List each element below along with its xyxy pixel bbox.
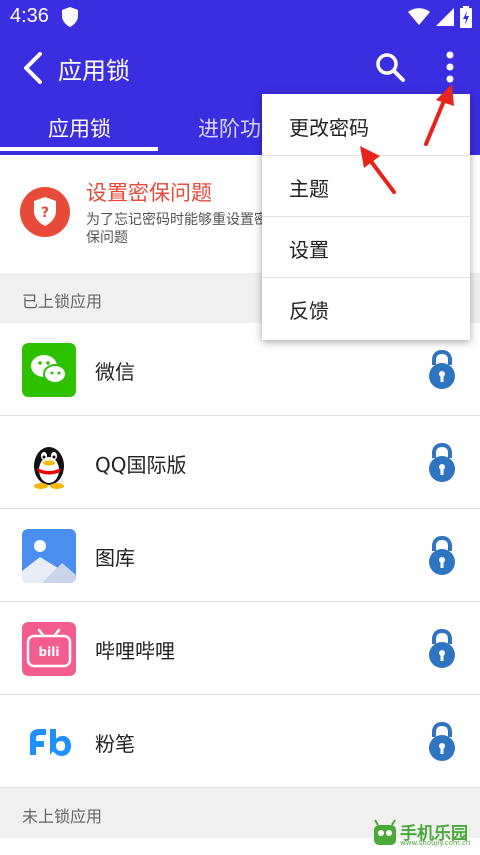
app-name: 粉笔 (95, 732, 135, 756)
status-icons (408, 6, 472, 28)
bilibili-icon: bili (22, 622, 76, 676)
menu-item-label: 更改密码 (289, 116, 369, 140)
promo-title: 设置密保问题 (86, 181, 212, 205)
lock-icon[interactable] (426, 349, 458, 389)
lock-icon[interactable] (426, 535, 458, 575)
search-icon[interactable] (374, 51, 406, 83)
tab-advanced[interactable]: 进阶功 (198, 113, 261, 143)
tab-app-lock[interactable]: 应用锁 (48, 113, 111, 143)
section-label: 已上锁应用 (22, 292, 103, 311)
more-vertical-icon[interactable] (436, 49, 464, 85)
app-name: 图库 (95, 546, 135, 570)
svg-text:bili: bili (39, 645, 60, 659)
promo-description: 为了忘记密码时能够重设置密保问题 (86, 212, 268, 246)
watermark-logo: 手机乐园 www.shoujiy.com.cn (370, 815, 475, 851)
back-arrow-icon[interactable] (18, 51, 48, 85)
app-row-qq[interactable]: QQ国际版 (0, 416, 480, 509)
menu-item-label: 设置 (289, 238, 329, 262)
page-title: 应用锁 (58, 57, 130, 85)
lock-icon[interactable] (426, 721, 458, 761)
menu-item-label: 主题 (289, 177, 329, 201)
watermark-url: www.shoujiy.com.cn (400, 839, 471, 847)
status-time: 4:36 (10, 5, 49, 27)
menu-item-label: 反馈 (289, 299, 329, 323)
app-name: 哔哩哔哩 (95, 639, 175, 663)
status-bar: 4:36 (0, 0, 480, 33)
tab-indicator (0, 147, 158, 151)
gallery-icon (22, 529, 76, 583)
battery-charging-icon (460, 6, 472, 28)
menu-item-settings[interactable]: 设置 (262, 216, 470, 278)
app-name: 微信 (95, 360, 135, 384)
watermark-icon (374, 819, 396, 845)
annotation-arrow-icon (424, 84, 454, 146)
shield-icon (62, 7, 78, 27)
shield-question-icon: ? (20, 187, 70, 237)
section-label: 未上锁应用 (22, 807, 103, 826)
fenbi-icon (22, 715, 76, 769)
lock-icon[interactable] (426, 628, 458, 668)
lock-icon[interactable] (426, 442, 458, 482)
menu-item-feedback[interactable]: 反馈 (262, 277, 470, 338)
app-name: QQ国际版 (95, 453, 187, 477)
app-row-bilibili[interactable]: bili 哔哩哔哩 (0, 602, 480, 695)
annotation-arrow-icon (360, 146, 396, 194)
signal-icon (436, 8, 454, 26)
wifi-icon (408, 8, 430, 25)
app-row-gallery[interactable]: 图库 (0, 509, 480, 602)
wechat-icon (22, 343, 76, 397)
qq-penguin-icon (34, 447, 64, 489)
app-row-fenbi[interactable]: 粉笔 (0, 695, 480, 788)
svg-text:?: ? (41, 205, 49, 221)
